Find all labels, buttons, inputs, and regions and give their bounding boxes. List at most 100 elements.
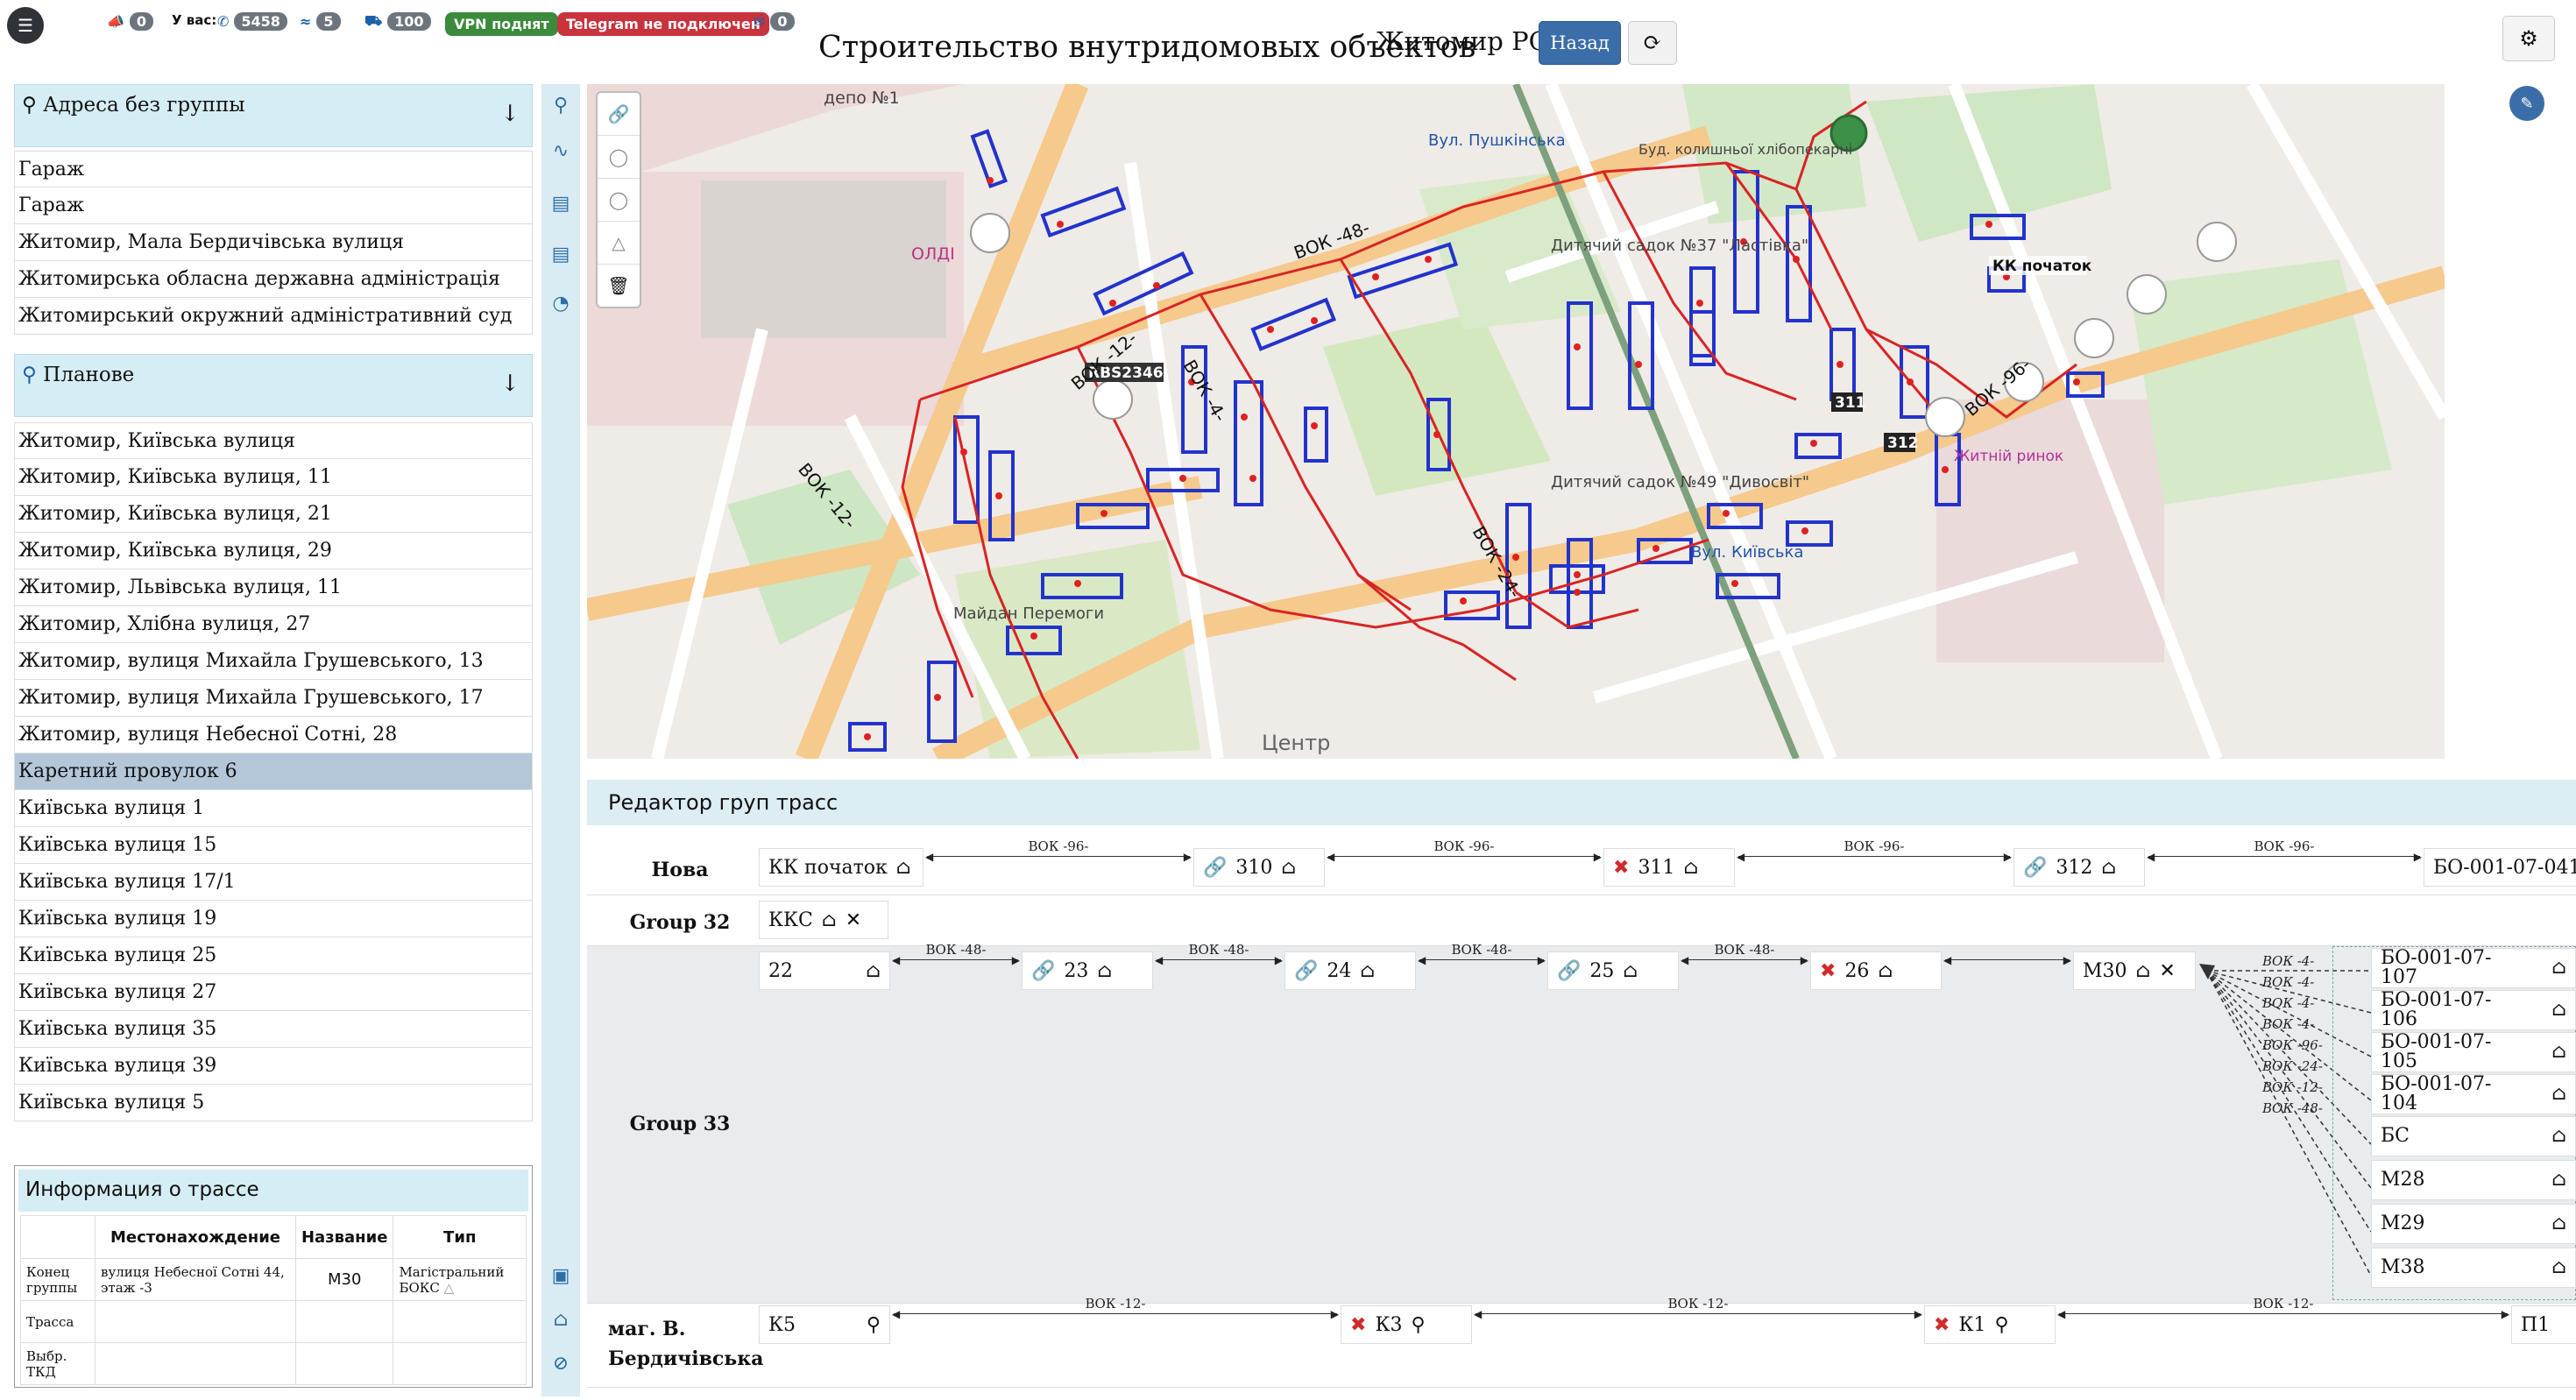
route-node[interactable]: 🔗 310 ⌂ — [1193, 848, 1325, 887]
address-item[interactable]: Київська вулиця 27 — [14, 974, 533, 1011]
address-item[interactable]: Житомир, вулиця Михайла Грушевського, 13 — [14, 643, 533, 680]
eye-slash-icon[interactable]: ⊘ — [548, 1351, 573, 1375]
home-icon: ⌂ — [1360, 959, 1376, 982]
address-item[interactable]: Київська вулиця 15 — [14, 827, 533, 864]
branch-node[interactable]: М29 ⌂ — [2371, 1204, 2576, 1244]
mail-stat[interactable]: ✉ 0 — [754, 12, 795, 31]
address-item[interactable]: Київська вулиця 19 — [14, 901, 533, 937]
route-node[interactable]: 🔗 24 ⌂ — [1284, 951, 1416, 990]
route-node[interactable]: П1 — [2511, 1305, 2576, 1344]
route-link[interactable]: ◀ ▶ — [1943, 949, 2071, 966]
branch-node[interactable]: М28 ⌂ — [2371, 1160, 2576, 1200]
route-link[interactable]: ◀ ▶ ВОК -96- — [1737, 838, 2012, 863]
route-link[interactable]: ◀ ▶ ВОК -12- — [2057, 1296, 2509, 1320]
wifi-stat[interactable]: ≈ 5 — [300, 12, 341, 31]
branch-node[interactable]: БО-001-07-104 ⌂ — [2371, 1074, 2576, 1114]
calendar-icon[interactable]: ▤ — [548, 191, 573, 216]
branch-node[interactable]: БО-001-07-107 ⌂ — [2371, 948, 2576, 988]
home-icon: ⌂ — [866, 959, 881, 982]
route-node[interactable]: 🔗 23 ⌂ — [1022, 951, 1153, 990]
pie-chart-icon[interactable]: ◔ — [548, 291, 573, 315]
route-node[interactable]: КК початок ⌂ — [759, 848, 924, 887]
address-item[interactable]: Житомир, Київська вулиця — [14, 422, 533, 459]
splitter-icon[interactable]: ◯ — [598, 136, 640, 179]
map-label: КК початок — [1992, 258, 2092, 275]
group-header-no-group[interactable]: ⚲ Адреса без группы ↓ — [14, 84, 533, 147]
phone-stat[interactable]: ✆ 5458 — [217, 12, 287, 31]
close-icon[interactable]: ✕ — [846, 909, 861, 931]
close-icon[interactable]: ✕ — [2159, 960, 2175, 982]
map-label: Дитячий садок №37 "Ластівка" — [1551, 237, 1808, 255]
back-button[interactable]: Назад — [1539, 21, 1621, 65]
route-node[interactable]: ✖ 26 ⌂ — [1810, 951, 1942, 990]
route-node[interactable]: ККС ⌂ ✕ — [759, 901, 888, 939]
branch-node[interactable]: БО-001-07-106 ⌂ — [2371, 990, 2576, 1030]
cell-name — [294, 1300, 394, 1343]
arrow-down-icon[interactable]: ↓ — [500, 371, 520, 397]
address-item[interactable]: Житомир, Київська вулиця, 21 — [14, 496, 533, 533]
route-node[interactable]: 🔗 25 ⌂ — [1547, 951, 1679, 990]
address-item[interactable]: Житомир, Мала Бердичівська вулиця — [14, 224, 533, 261]
route-link[interactable]: ◀ ▶ ВОК -48- — [892, 942, 1020, 966]
route-node[interactable]: К5 ⚲ — [759, 1305, 890, 1344]
route-node[interactable]: М30 ⌂ ✕ — [2073, 951, 2196, 990]
home-icon: ⌂ — [2551, 957, 2566, 979]
address-item[interactable]: Київська вулиця 25 — [14, 937, 533, 974]
route-node[interactable]: 🔗 312 ⌂ — [2013, 848, 2145, 887]
branch-node[interactable]: БС ⌂ — [2371, 1116, 2576, 1156]
route-link[interactable]: ◀ ▶ ВОК -96- — [2147, 838, 2422, 863]
route-link[interactable]: ◀ ▶ ВОК -96- — [925, 838, 1192, 863]
route-node[interactable]: ✖ 311 ⌂ — [1603, 848, 1735, 887]
address-item[interactable]: Житомир, Львівська вулиця, 11 — [14, 569, 533, 606]
route-link[interactable]: ◀ ▶ ВОК -12- — [892, 1296, 1339, 1320]
address-item[interactable]: Каретний провулок 6 — [14, 753, 533, 790]
route-node[interactable]: БО-001-07-041 — [2424, 848, 2576, 887]
link-icon[interactable]: 🔗 — [598, 93, 640, 136]
address-item[interactable]: Київська вулиця 39 — [14, 1048, 533, 1085]
branch-node[interactable]: БО-001-07-105 ⌂ — [2371, 1032, 2576, 1072]
group-header-planned[interactable]: ⚲ Планове ↓ — [14, 354, 533, 417]
map-frame-icon[interactable]: ▣ — [548, 1263, 573, 1288]
route-link[interactable]: ◀ ▶ ВОК -48- — [1681, 942, 1808, 966]
address-item[interactable]: Київська вулиця 5 — [14, 1085, 533, 1121]
settings-button[interactable]: ⚙ — [2502, 16, 2555, 61]
truck-stat[interactable]: ⛟ 100 — [364, 12, 431, 31]
tower-icon[interactable]: △ — [598, 222, 640, 265]
address-item[interactable]: Житомирська обласна державна адміністрац… — [14, 261, 533, 298]
route-link[interactable]: ◀ ▶ ВОК -96- — [1327, 838, 1602, 863]
edit-button[interactable]: ✎ — [2509, 86, 2544, 121]
route-node[interactable]: ✖ К3 ⚲ — [1341, 1305, 1472, 1344]
vpn-status: VPN поднят — [445, 12, 558, 36]
map-pin-icon: ⚲ — [1411, 1313, 1426, 1336]
map-view[interactable]: депо №1 ОЛДІ Дитячий садок №37 "Ластівка… — [587, 84, 2445, 759]
address-item[interactable]: Гараж — [14, 151, 533, 187]
menu-button[interactable]: ☰ — [7, 7, 44, 44]
address-item[interactable]: Житомир, Київська вулиця, 29 — [14, 533, 533, 569]
address-item[interactable]: Житомир, вулиця Михайла Грушевського, 17 — [14, 680, 533, 717]
address-item[interactable]: Київська вулиця 17/1 — [14, 864, 533, 901]
refresh-button[interactable]: ⟳ — [1628, 21, 1677, 65]
node-icon[interactable]: ◯ — [598, 179, 640, 222]
route-link[interactable]: ◀ ▶ ВОК -48- — [1418, 942, 1546, 966]
address-item[interactable]: Житомир, Київська вулиця, 11 — [14, 459, 533, 496]
document-icon[interactable]: ▤ — [548, 242, 573, 266]
trash-icon[interactable]: 🗑 — [598, 265, 640, 307]
address-item[interactable]: Житомир, вулиця Небесної Сотні, 28 — [14, 717, 533, 753]
address-item[interactable]: Київська вулиця 1 — [14, 790, 533, 827]
address-item[interactable]: Житомир, Хлібна вулиця, 27 — [14, 606, 533, 643]
unlink-icon: ✖ — [1934, 1313, 1950, 1336]
arrow-down-icon[interactable]: ↓ — [500, 101, 520, 127]
address-item[interactable]: Гараж — [14, 187, 533, 224]
route-node[interactable]: 22 ⌂ — [759, 951, 890, 990]
address-item[interactable]: Житомирський окружний адміністративний с… — [14, 298, 533, 335]
branch-node[interactable]: М38 ⌂ — [2371, 1248, 2576, 1288]
notifications[interactable]: 📣 0 — [107, 12, 154, 31]
route-icon[interactable]: ∿ — [548, 138, 573, 163]
route-link[interactable]: ◀ ▶ ВОК -48- — [1155, 942, 1283, 966]
address-item[interactable]: Київська вулиця 35 — [14, 1011, 533, 1048]
link-label: ВОК -12- — [1667, 1296, 1729, 1312]
route-node[interactable]: ✖ К1 ⚲ — [1924, 1305, 2056, 1344]
route-link[interactable]: ◀ ▶ ВОК -12- — [1474, 1296, 1922, 1320]
map-marker-icon[interactable]: ⚲ — [548, 93, 573, 117]
home-icon[interactable]: ⌂ — [548, 1307, 573, 1332]
